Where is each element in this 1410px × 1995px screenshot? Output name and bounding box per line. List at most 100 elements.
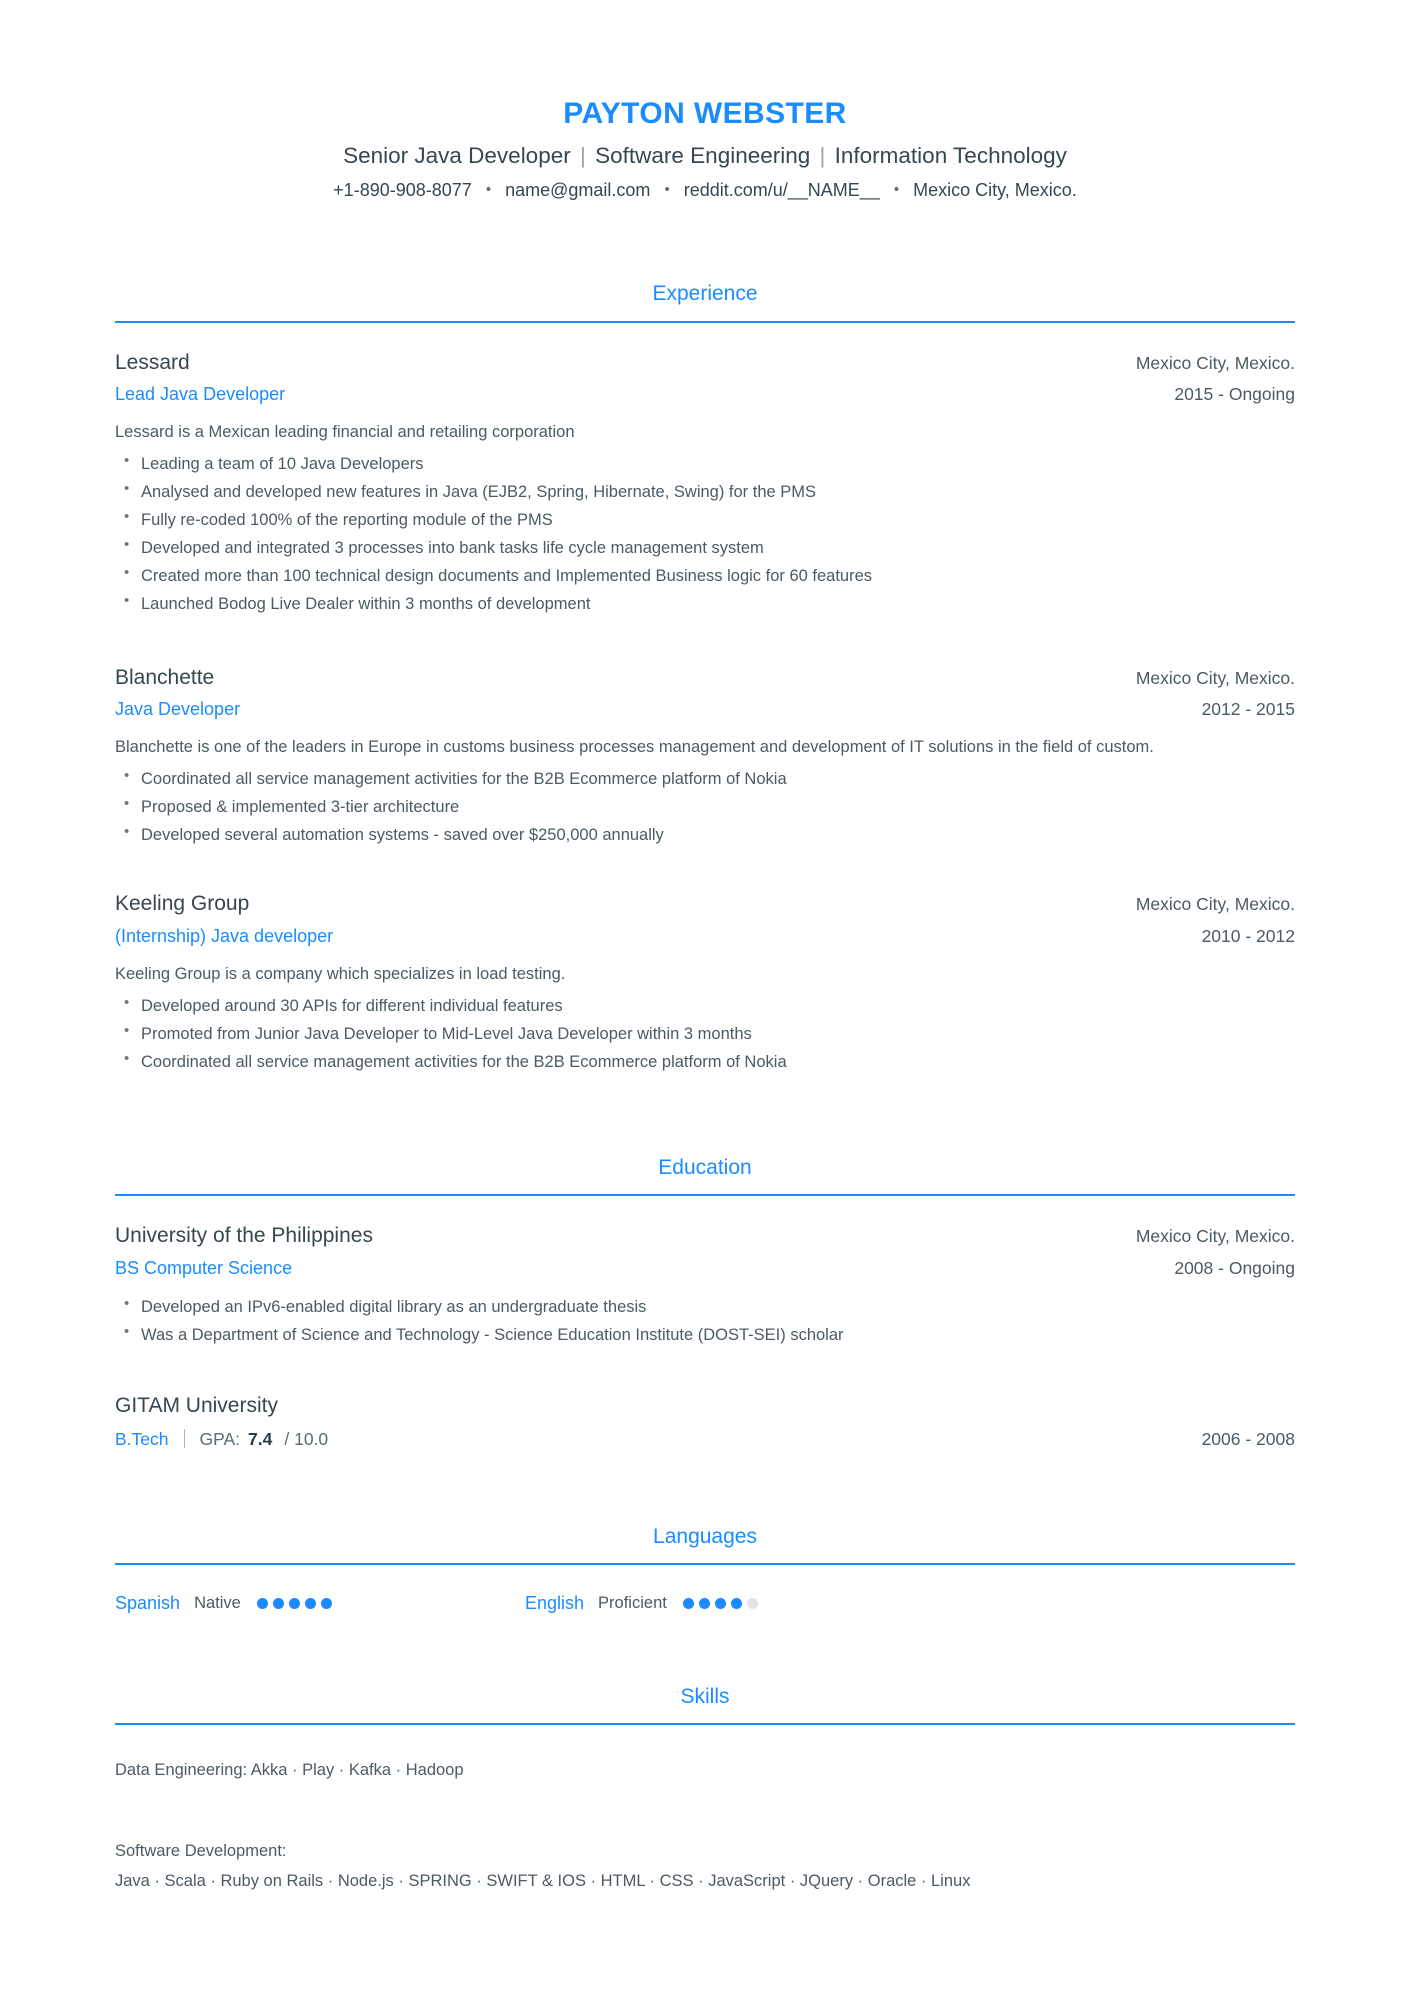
proficiency-dot <box>320 1598 332 1610</box>
experience-role: Java Developer <box>115 698 241 719</box>
bullet-item: Analysed and developed new features in J… <box>115 478 1295 505</box>
bullet-item: Created more than 100 technical design d… <box>115 562 1295 589</box>
experience-dates: 2010 - 2012 <box>1201 925 1295 946</box>
education-location: Mexico City, Mexico. <box>1135 1226 1295 1247</box>
skill-group-data-engineering: Data Engineering: Akka · Play · Kafka · … <box>115 1757 1295 1783</box>
vertical-divider <box>183 1429 185 1449</box>
bullet-item: Developed an IPv6-enabled digital librar… <box>115 1293 1295 1320</box>
proficiency-dot <box>272 1598 284 1610</box>
section-title-skills: Skills <box>680 1685 730 1709</box>
education-dates: 2008 - Ongoing <box>1174 1257 1295 1278</box>
candidate-tagline: Senior Java Developer | Software Enginee… <box>115 140 1295 173</box>
skill-group-software-development: Software Development: Java · Scala · Rub… <box>115 1838 1295 1895</box>
section-title-experience: Experience <box>652 282 758 306</box>
section-divider-experience <box>115 320 1295 323</box>
tagline-separator-2: | <box>819 142 826 168</box>
contact-email[interactable]: name@gmail.com <box>505 180 650 200</box>
proficiency-dot <box>304 1598 316 1610</box>
experience-location: Mexico City, Mexico. <box>1135 667 1295 688</box>
education-entry: University of the Philippines Mexico Cit… <box>115 1222 1295 1348</box>
gpa-label: GPA: <box>199 1429 241 1450</box>
experience-role: Lead Java Developer <box>115 383 286 404</box>
tagline-separator-1: | <box>580 142 586 168</box>
bullet-item: Coordinated all service management activ… <box>115 1048 1295 1075</box>
proficiency-dot-empty <box>746 1598 758 1610</box>
section-education: Education University of the Philippines … <box>115 1155 1295 1452</box>
bullet-item: Proposed & implemented 3-tier architectu… <box>115 793 1295 820</box>
gpa-scale: / 10.0 <box>284 1429 329 1450</box>
experience-role: (Internship) Java developer <box>115 925 334 946</box>
section-languages: Languages Spanish Native English Profici… <box>115 1524 1295 1614</box>
bullet-item: Promoted from Junior Java Developer to M… <box>115 1020 1295 1047</box>
contact-website[interactable]: reddit.com/u/__NAME__ <box>684 180 880 200</box>
experience-description: Keeling Group is a company which special… <box>115 964 566 983</box>
bullet-item: Was a Department of Science and Technolo… <box>115 1321 1295 1348</box>
education-dates: 2006 - 2008 <box>1201 1429 1295 1450</box>
experience-location: Mexico City, Mexico. <box>1135 352 1295 373</box>
section-divider-languages <box>115 1563 1295 1566</box>
bullet-item: Leading a team of 10 Java Developers <box>115 450 1295 477</box>
language-proficiency-dots <box>682 1598 758 1610</box>
language-proficiency-dots <box>256 1598 332 1610</box>
proficiency-dot <box>714 1598 726 1610</box>
language-level: Native <box>194 1594 241 1613</box>
education-entry-gitam: GITAM University B.Tech GPA: 7.4 / 10.0 … <box>115 1392 1295 1452</box>
experience-bullet-list: Coordinated all service management activ… <box>115 765 1295 848</box>
education-degree: B.Tech <box>115 1429 169 1450</box>
tagline-part-1: Senior Java Developer <box>343 142 571 168</box>
bullet-item: Developed around 30 APIs for different i… <box>115 992 1295 1019</box>
education-bullet-list: Developed an IPv6-enabled digital librar… <box>115 1293 1295 1348</box>
bullet-item: Coordinated all service management activ… <box>115 765 1295 792</box>
skill-group-heading: Software Development: <box>115 1841 287 1860</box>
resume-page: PAYTON WEBSTER Senior Java Developer | S… <box>0 0 1410 1995</box>
language-item-english: English Proficient <box>525 1593 935 1614</box>
education-degree: BS Computer Science <box>115 1257 293 1278</box>
language-name: Spanish <box>115 1593 181 1614</box>
language-level: Proficient <box>598 1594 667 1613</box>
candidate-name: PAYTON WEBSTER <box>563 97 847 130</box>
section-divider-skills <box>115 1723 1295 1726</box>
experience-description: Lessard is a Mexican leading financial a… <box>115 423 575 442</box>
resume-header: PAYTON WEBSTER Senior Java Developer | S… <box>115 96 1295 203</box>
tagline-part-2: Software Engineering <box>595 142 811 168</box>
language-list: Spanish Native English Proficient <box>115 1593 1295 1614</box>
education-school: University of the Philippines <box>115 1224 373 1248</box>
language-item-spanish: Spanish Native <box>115 1593 525 1614</box>
bullet-item: Fully re-coded 100% of the reporting mod… <box>115 506 1295 533</box>
education-school: GITAM University <box>115 1394 278 1418</box>
experience-entry: Lessard Mexico City, Mexico. Lead Java D… <box>115 349 1295 618</box>
proficiency-dot <box>288 1598 300 1610</box>
proficiency-dot <box>682 1598 694 1610</box>
proficiency-dot <box>698 1598 710 1610</box>
contact-separator-2: • <box>664 181 670 199</box>
skill-line: Data Engineering: Akka · Play · Kafka · … <box>115 1761 464 1780</box>
section-title-languages: Languages <box>653 1524 757 1548</box>
language-name: English <box>525 1593 585 1614</box>
section-experience: Experience Lessard Mexico City, Mexico. … <box>115 281 1295 1075</box>
experience-dates: 2012 - 2015 <box>1201 698 1295 719</box>
bullet-item: Developed several automation systems - s… <box>115 821 1295 848</box>
experience-dates: 2015 - Ongoing <box>1174 383 1295 404</box>
proficiency-dot <box>730 1598 742 1610</box>
contact-separator-3: • <box>893 181 900 199</box>
section-skills: Skills Data Engineering: Akka · Play · K… <box>115 1684 1295 1894</box>
experience-location: Mexico City, Mexico. <box>1135 894 1295 915</box>
contact-separator-1: • <box>485 181 492 199</box>
bullet-item: Launched Bodog Live Dealer within 3 mont… <box>115 590 1295 617</box>
section-title-education: Education <box>658 1156 752 1180</box>
skill-line: Java · Scala · Ruby on Rails · Node.js ·… <box>115 1872 971 1891</box>
experience-bullet-list: Leading a team of 10 Java Developers Ana… <box>115 450 1295 617</box>
experience-entry: Keeling Group Mexico City, Mexico. (Inte… <box>115 890 1295 1075</box>
experience-org: Blanchette <box>115 665 215 689</box>
education-degree-gpa: B.Tech GPA: 7.4 / 10.0 <box>115 1426 328 1452</box>
bullet-item: Developed and integrated 3 processes int… <box>115 534 1295 561</box>
tagline-part-3: Information Technology <box>834 142 1067 168</box>
experience-org: Keeling Group <box>115 892 250 916</box>
experience-bullet-list: Developed around 30 APIs for different i… <box>115 992 1295 1075</box>
gpa-value: 7.4 <box>248 1429 273 1450</box>
contact-phone: +1-890-908-8077 <box>333 180 472 201</box>
contact-location: Mexico City, Mexico. <box>913 180 1077 201</box>
experience-entry: Blanchette Mexico City, Mexico. Java Dev… <box>115 664 1295 849</box>
contact-line: +1-890-908-8077 • name@gmail.com • reddi… <box>115 177 1295 203</box>
experience-description: Blanchette is one of the leaders in Euro… <box>115 738 1154 757</box>
